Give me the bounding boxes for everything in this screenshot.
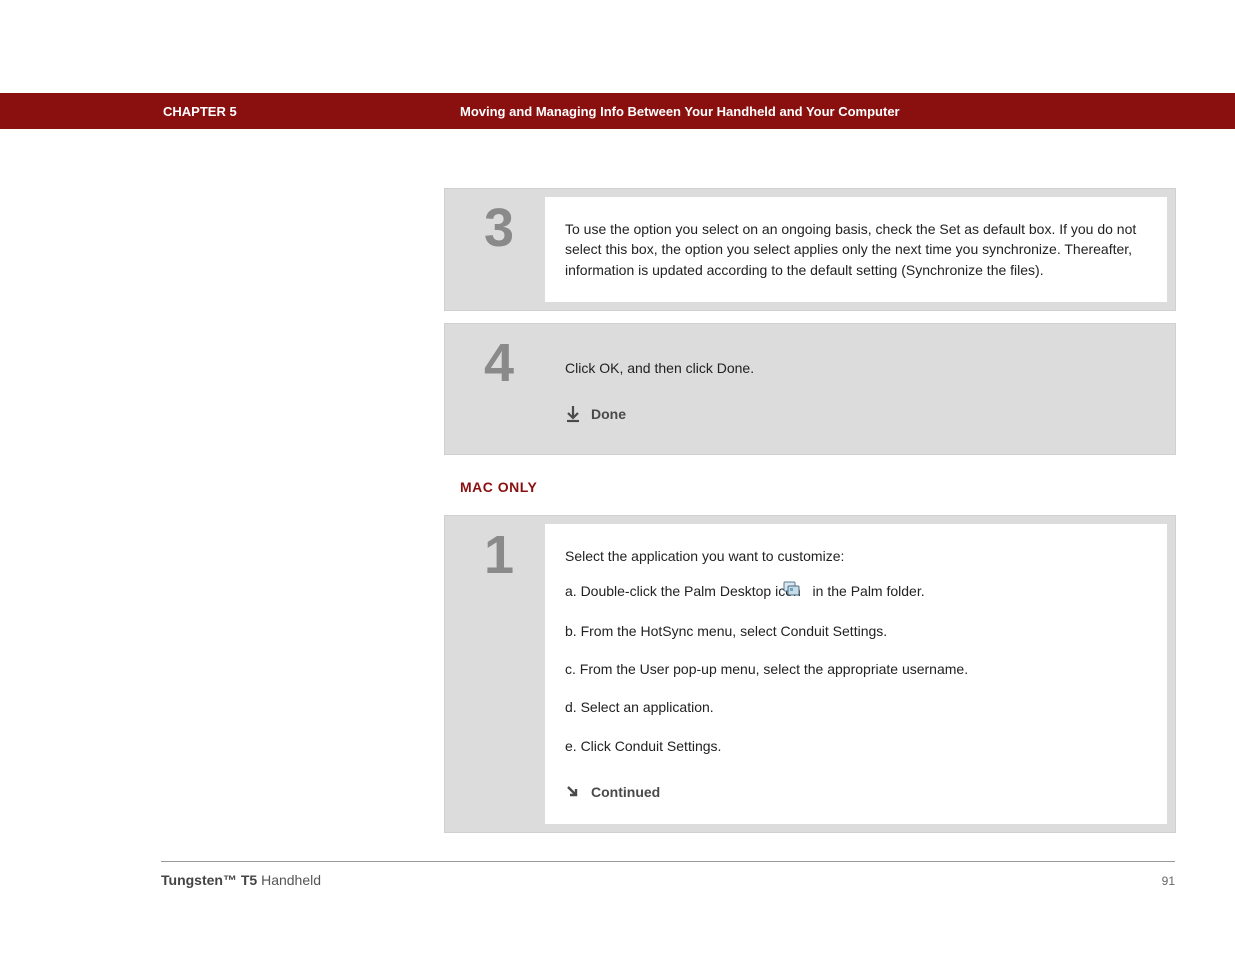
continued-row: Continued [565,782,1147,802]
chapter-title: Moving and Managing Info Between Your Ha… [460,104,900,119]
done-row: Done [565,404,1147,424]
content-area: 3 To use the option you select on an ong… [444,188,1176,845]
step-4-block: 4 Click OK, and then click Done. Done [444,323,1176,456]
page-footer: Tungsten™ T5 Handheld 91 [161,861,1175,888]
step-4-text: Click OK, and then click Done. [565,360,754,376]
step-3-body: To use the option you select on an ongoi… [545,197,1167,302]
substep-a-suffix: in the Palm folder. [809,583,925,599]
substep-d: d. Select an application. [565,697,1147,717]
step-number-cell: 1 [453,524,545,824]
step-3-block: 3 To use the option you select on an ong… [444,188,1176,311]
product-rest: Handheld [257,872,321,888]
mac-step-intro: Select the application you want to custo… [565,546,1147,566]
step-number: 4 [484,336,514,390]
mac-only-label: MAC ONLY [460,479,1176,495]
substep-a: a. Double-click the Palm Desktop icon in… [565,581,1147,603]
mac-step-1-body: Select the application you want to custo… [545,524,1167,824]
step-number-cell: 4 [453,332,545,447]
done-label: Done [591,404,626,424]
product-bold: Tungsten™ T5 [161,872,257,888]
substep-b: b. From the HotSync menu, select Conduit… [565,621,1147,641]
mac-substeps: a. Double-click the Palm Desktop icon in… [565,581,1147,756]
arrow-down-icon [565,405,581,423]
chapter-number: CHAPTER 5 [163,104,237,119]
substep-c: c. From the User pop-up menu, select the… [565,659,1147,679]
step-3-text: To use the option you select on an ongoi… [565,221,1136,278]
step-number-cell: 3 [453,197,545,302]
arrow-diagonal-icon [565,784,581,800]
substep-a-prefix: a. Double-click the Palm Desktop icon [565,583,805,599]
mac-step-1-block: 1 Select the application you want to cus… [444,515,1176,833]
step-number: 1 [484,528,514,582]
page-number: 91 [1162,874,1175,888]
substep-e: e. Click Conduit Settings. [565,736,1147,756]
step-4-body: Click OK, and then click Done. Done [545,332,1167,447]
chapter-header: CHAPTER 5 Moving and Managing Info Betwe… [0,93,1235,129]
product-name: Tungsten™ T5 Handheld [161,872,321,888]
step-number: 3 [484,201,514,255]
continued-label: Continued [591,782,660,802]
